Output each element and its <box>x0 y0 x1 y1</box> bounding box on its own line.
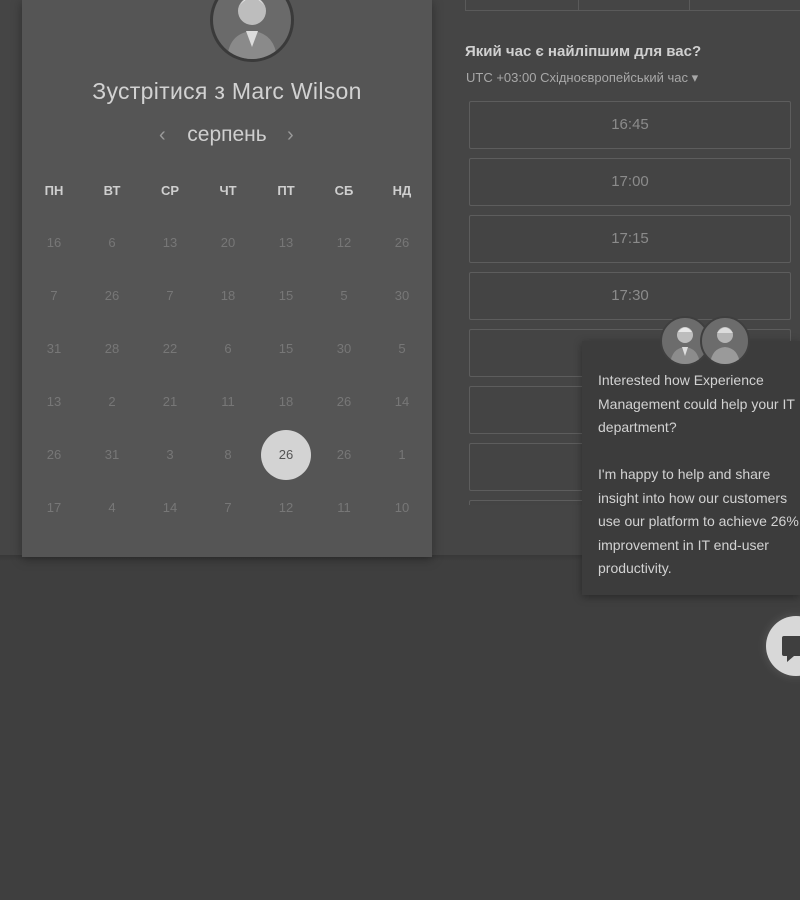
calendar-day: 13 <box>46 394 62 409</box>
calendar-day: 14 <box>162 500 178 515</box>
calendar-day: 2 <box>108 394 116 409</box>
time-question: Який час є найліпшим для вас? <box>465 43 702 60</box>
calendar-day: 5 <box>398 341 406 356</box>
calendar-day: 7 <box>224 500 232 515</box>
chat-popup: Interested how Experience Management cou… <box>582 341 800 595</box>
chat-launcher-button[interactable] <box>766 616 800 676</box>
calendar-day: 20 <box>220 235 236 250</box>
calendar-day: 22 <box>162 341 178 356</box>
calendar-day: 31 <box>46 341 62 356</box>
calendar-day: 26 <box>394 235 410 250</box>
calendar-day: 6 <box>108 235 116 250</box>
calendar-day: 5 <box>340 288 348 303</box>
chat-bubble-icon <box>782 636 800 662</box>
calendar-day: 30 <box>336 341 352 356</box>
calendar-day: 26 <box>104 288 120 303</box>
calendar-day: 1 <box>398 447 406 462</box>
calendar-card: Зустрітися з Marc Wilson ‹ серпень › ПН В… <box>22 0 432 557</box>
time-slot-button[interactable]: 17:15 <box>469 215 791 263</box>
calendar-day: 30 <box>394 288 410 303</box>
calendar-day: 3 <box>166 447 174 462</box>
chat-message: Interested how Experience Management cou… <box>598 372 799 576</box>
calendar-grid: 16 6 13 20 13 12 26 7 26 7 18 15 5 30 31 28 22 6 15 30 5 13 2 2… <box>22 0 432 557</box>
calendar-day: 15 <box>278 288 294 303</box>
calendar-day: 12 <box>336 235 352 250</box>
calendar-day: 8 <box>224 447 232 462</box>
calendar-day: 4 <box>108 500 116 515</box>
tab-2[interactable] <box>578 0 690 11</box>
calendar-day: 13 <box>162 235 178 250</box>
time-slot-button[interactable]: 17:30 <box>469 272 791 320</box>
calendar-day: 31 <box>104 447 120 462</box>
calendar-day: 10 <box>394 500 410 515</box>
calendar-day: 18 <box>220 288 236 303</box>
calendar-day: 26 <box>336 394 352 409</box>
calendar-day: 21 <box>162 394 178 409</box>
timezone-selector[interactable]: UTC +03:00 Східноєвропейський час ▾ <box>466 70 698 86</box>
calendar-day: 18 <box>278 394 294 409</box>
calendar-day: 15 <box>278 341 294 356</box>
time-slot-button[interactable]: 16:45 <box>469 101 791 149</box>
view-tabs <box>465 0 800 11</box>
calendar-day: 12 <box>278 500 294 515</box>
time-slot-button[interactable]: 17:00 <box>469 158 791 206</box>
calendar-day: 13 <box>278 235 294 250</box>
agent-avatar-2 <box>700 316 750 366</box>
calendar-day: 26 <box>46 447 62 462</box>
tab-3[interactable] <box>689 0 800 11</box>
calendar-day: 28 <box>104 341 120 356</box>
calendar-day: 6 <box>224 341 232 356</box>
calendar-day: 11 <box>337 500 351 515</box>
calendar-day: 7 <box>50 288 58 303</box>
calendar-day: 7 <box>166 288 174 303</box>
calendar-day: 16 <box>46 235 62 250</box>
calendar-day: 11 <box>221 394 235 409</box>
tab-1[interactable] <box>465 0 579 11</box>
calendar-day: 17 <box>46 500 62 515</box>
calendar-day: 14 <box>394 394 410 409</box>
chat-agent-avatars <box>660 316 750 366</box>
calendar-day: 26 <box>336 447 352 462</box>
selected-day[interactable]: 26 <box>261 430 311 480</box>
